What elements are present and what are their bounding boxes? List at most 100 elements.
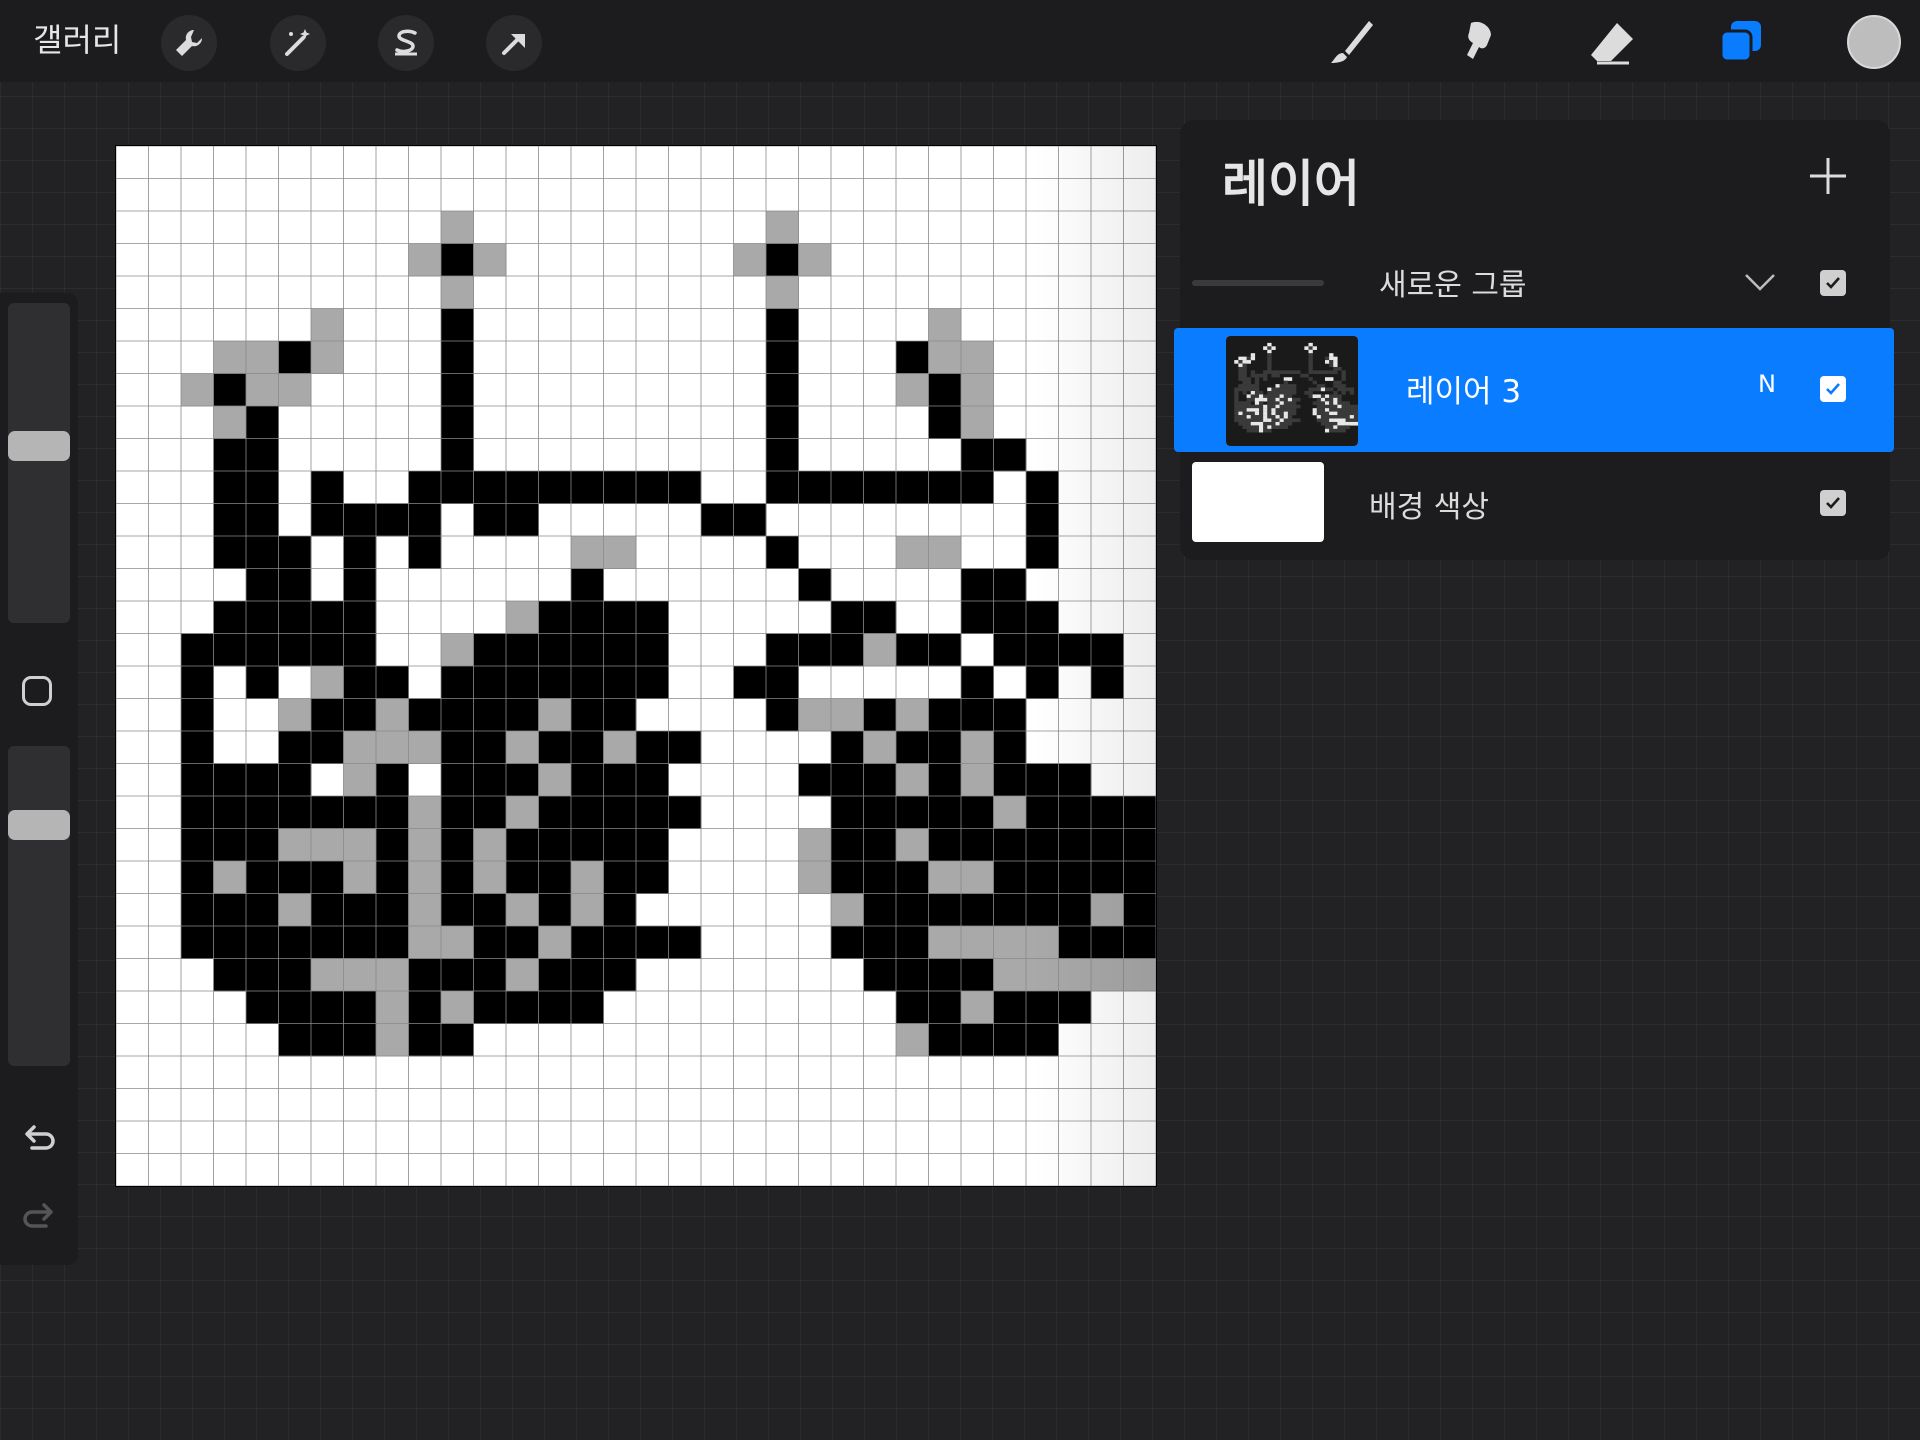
thumbnail-pixel [1349,408,1355,412]
thumbnail-pixel [1325,360,1330,364]
eraser-icon[interactable] [1582,14,1640,72]
pixel-gray [961,991,994,1024]
brush-size-thumb[interactable] [8,430,70,461]
pixel-black [506,503,539,537]
plus-icon[interactable] [1804,152,1852,200]
transform-arrow-icon[interactable] [486,15,542,71]
brush-size-slider[interactable] [8,303,70,623]
pixel-gray [896,828,929,862]
layer-group-row[interactable]: 새로운 그룹 [1180,236,1890,332]
thumbnail-pixel [1242,408,1247,412]
thumbnail-pixel [1279,418,1284,423]
pixel-gray [733,243,767,277]
thumbnail-pixel [1341,370,1346,375]
thumbnail-pixel [1246,401,1251,405]
modify-square-icon[interactable] [22,676,52,706]
thumbnail-pixel [1349,391,1355,395]
thumbnail-pixel [1234,360,1239,364]
wrench-icon[interactable] [161,15,217,71]
thumbnail-pixel [1283,418,1289,423]
pixel-black [961,698,994,732]
thumbnail-pixel [1254,384,1260,388]
pixel-black [636,666,669,699]
pixel-black [1058,828,1092,862]
pixel-black [571,958,604,992]
thumbnail-pixel [1337,394,1342,399]
thumbnail-pixel [1275,411,1280,416]
gallery-button[interactable]: 갤러리 [33,18,121,62]
pixel-black [993,991,1027,1024]
thumbnail-pixel [1320,411,1326,416]
pixel-black [831,926,864,959]
background-visibility-checkbox[interactable] [1820,490,1846,516]
background-layer-row[interactable]: 배경 색상 [1180,460,1890,556]
pixel-gray [311,828,344,862]
pixel-black [863,796,897,829]
pixel-gray [766,276,799,309]
thumbnail-pixel [1341,428,1346,433]
thumbnail-pixel [1337,425,1342,430]
thumbnail-pixel [1333,380,1338,385]
group-visibility-checkbox[interactable] [1820,270,1846,296]
pixel-art-grid[interactable] [116,146,1156,1186]
pixel-black [1091,828,1124,862]
pixel-black [538,666,572,699]
pixel-black [1058,991,1092,1024]
background-color-swatch[interactable] [1192,462,1324,542]
magic-wand-icon[interactable] [270,15,326,71]
brush-icon[interactable] [1322,14,1380,72]
thumbnail-pixel [1325,428,1330,433]
pixel-black [278,536,312,569]
thumbnail-pixel [1259,428,1264,433]
pixel-black [278,991,312,1024]
undo-icon[interactable] [20,1120,58,1158]
pixel-gray [1091,893,1124,927]
thumbnail-pixel [1292,397,1297,402]
pixel-black [896,731,929,764]
thumbnail-pixel [1234,408,1239,412]
thumbnail-pixel [1271,397,1276,402]
thumbnail-pixel [1287,401,1293,405]
drawing-canvas[interactable] [115,145,1157,1187]
pixel-black [571,568,604,602]
thumbnail-pixel [1254,397,1260,402]
pixel-black [636,601,669,634]
thumbnail-pixel [1316,408,1322,412]
pixel-gray [961,861,994,894]
thumbnail-pixel [1325,394,1330,399]
redo-icon[interactable] [20,1198,58,1236]
selection-icon[interactable] [378,15,434,71]
smudge-icon[interactable] [1452,14,1510,72]
pixel-black [831,828,864,862]
pixel-black [246,633,279,667]
pixel-black [571,633,604,667]
pixel-black [766,406,799,439]
thumbnail-pixel [1271,394,1276,399]
pixel-black [1026,893,1059,927]
pixel-black [961,796,994,829]
thumbnail-pixel [1329,360,1334,364]
pixel-black [766,341,799,374]
pixel-black [538,828,572,862]
thumbnail-pixel [1337,408,1342,412]
checkmark-icon [1826,497,1840,509]
layers-icon[interactable] [1712,14,1770,72]
thumbnail-pixel [1234,397,1239,402]
opacity-thumb[interactable] [8,809,70,840]
layer-row-selected[interactable]: 레이어 3 N [1174,328,1894,452]
pixel-gray [1123,958,1156,992]
thumbnail-pixel [1254,373,1260,378]
thumbnail-pixel [1283,404,1289,409]
pixel-black [473,958,507,992]
pixel-black [246,568,279,602]
thumbnail-pixel [1259,408,1264,412]
thumbnail-pixel [1329,411,1334,416]
color-picker-swatch[interactable] [1847,15,1901,69]
thumbnail-pixel [1254,415,1260,419]
chevron-down-icon[interactable] [1742,264,1778,300]
opacity-slider[interactable] [8,746,70,1066]
thumbnail-pixel [1296,418,1301,423]
layer-visibility-checkbox[interactable] [1820,376,1846,402]
thumbnail-pixel [1345,387,1350,392]
blend-mode-button[interactable]: N [1758,370,1776,398]
